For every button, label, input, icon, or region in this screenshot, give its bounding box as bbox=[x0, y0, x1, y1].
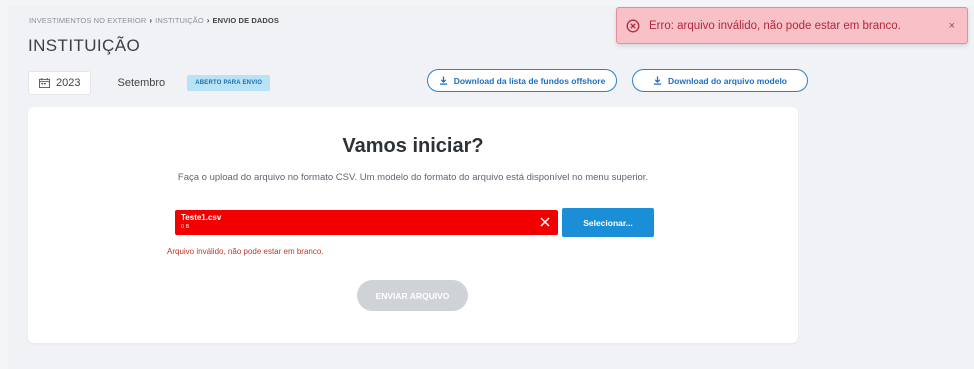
error-toast: Erro: arquivo inválido, não pode estar e… bbox=[616, 7, 968, 44]
year-selector[interactable]: 2023 bbox=[28, 71, 92, 95]
close-icon bbox=[540, 217, 550, 227]
file-error-message: Arquivo inválido, não pode estar em bran… bbox=[167, 247, 324, 256]
breadcrumb-separator: › bbox=[206, 16, 210, 25]
card-title: Vamos iniciar? bbox=[342, 135, 484, 157]
filters-bar: 2023 Setembro ABERTO PARA ENVIO bbox=[28, 68, 271, 98]
breadcrumb-current: ENVIO DE DADOS bbox=[212, 16, 279, 25]
error-circle-icon bbox=[626, 19, 640, 32]
select-file-button[interactable]: Selecionar... bbox=[562, 208, 654, 237]
breadcrumb-item-investimentos[interactable]: INVESTIMENTOS NO EXTERIOR bbox=[29, 16, 146, 25]
toast-message: Erro: arquivo inválido, não pode estar e… bbox=[649, 19, 901, 32]
download-model-button[interactable]: Download do arquivo modelo bbox=[632, 69, 808, 92]
remove-file-button[interactable] bbox=[538, 215, 552, 229]
card-description: Faça o upload do arquivo no formato CSV.… bbox=[177, 172, 649, 183]
selected-file: Teste1.csv 0 B bbox=[175, 210, 558, 235]
submit-file-button[interactable]: ENVIAR ARQUIVO bbox=[357, 280, 468, 311]
upload-card: Vamos iniciar? Faça o upload do arquivo … bbox=[28, 107, 798, 343]
file-size: 0 B bbox=[181, 224, 190, 230]
breadcrumb-separator: › bbox=[149, 16, 153, 25]
download-offshore-button[interactable]: Download da lista de fundos offshore bbox=[427, 69, 617, 92]
year-value: 2023 bbox=[56, 77, 81, 89]
download-offshore-label: Download da lista de fundos offshore bbox=[453, 75, 606, 86]
breadcrumb: INVESTIMENTOS NO EXTERIOR › INSTITUIÇÃO … bbox=[29, 16, 279, 25]
page-title: INSTITUIÇÃO bbox=[28, 36, 141, 55]
download-model-label: Download do arquivo modelo bbox=[668, 75, 787, 86]
toast-close-button[interactable]: × bbox=[949, 20, 955, 32]
download-icon bbox=[653, 76, 662, 85]
status-badge: ABERTO PARA ENVIO bbox=[187, 75, 271, 91]
calendar-icon bbox=[39, 78, 50, 88]
breadcrumb-item-instituicao[interactable]: INSTITUIÇÃO bbox=[155, 16, 204, 25]
file-name: Teste1.csv bbox=[181, 213, 222, 222]
download-icon bbox=[439, 76, 447, 85]
month-value[interactable]: Setembro bbox=[117, 77, 165, 89]
page: INVESTIMENTOS NO EXTERIOR › INSTITUIÇÃO … bbox=[8, 6, 974, 369]
